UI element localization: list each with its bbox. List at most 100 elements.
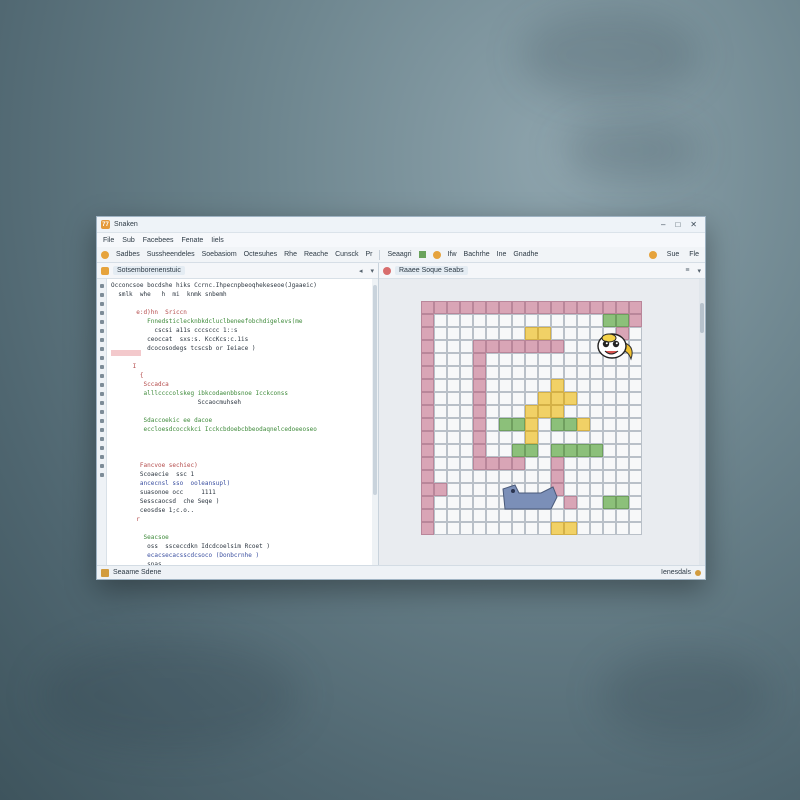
code-line[interactable]: ancecnsl sso ooleansupl) bbox=[111, 479, 370, 488]
grid-cell bbox=[447, 379, 460, 392]
gutter-marker-icon[interactable] bbox=[99, 428, 104, 432]
code-line[interactable]: dcocosodegs tcscsb or Ieiace ) bbox=[111, 344, 370, 353]
gutter-marker-icon[interactable] bbox=[99, 311, 104, 315]
preview-dropdown-icon[interactable]: ▾ bbox=[697, 267, 701, 275]
code-line[interactable]: oss ssceccdkn Idcdcoelsim Rcoet ) bbox=[111, 542, 370, 551]
preview-scrollbar-thumb[interactable] bbox=[700, 303, 704, 333]
code-line[interactable] bbox=[111, 443, 370, 452]
close-icon[interactable]: ✕ bbox=[690, 220, 697, 229]
code-line[interactable]: ceoccat sxs:s. KccKcs:c.1is bbox=[111, 335, 370, 344]
toolbar-item-13[interactable]: Gnadhe bbox=[513, 251, 538, 258]
code-line[interactable] bbox=[111, 452, 370, 461]
code-line[interactable]: Fnnedsticlecknbkdcluclbeneefobchdigelevs… bbox=[111, 317, 370, 326]
editor-scrollbar[interactable] bbox=[372, 279, 378, 565]
gutter-marker-icon[interactable] bbox=[99, 446, 104, 450]
preview-tab-label[interactable]: Raaee Soque Seabs bbox=[395, 266, 468, 275]
settings-icon[interactable] bbox=[648, 250, 657, 259]
toolbar-right-1[interactable]: Sue bbox=[667, 251, 679, 259]
gutter-marker-icon[interactable] bbox=[99, 437, 104, 441]
code-line[interactable] bbox=[111, 407, 370, 416]
code-line[interactable]: I bbox=[111, 362, 370, 371]
preview-scrollbar[interactable] bbox=[699, 279, 705, 565]
gutter-marker-icon[interactable] bbox=[99, 464, 104, 468]
gutter-marker-icon[interactable] bbox=[99, 320, 104, 324]
menu-item-sub[interactable]: Sub bbox=[122, 237, 134, 244]
code-line[interactable]: Sccaocmuhseh bbox=[111, 398, 370, 407]
gutter-marker-icon[interactable] bbox=[99, 473, 104, 477]
editor-tab-label[interactable]: Sotsemborenenstuic bbox=[113, 266, 185, 275]
grid-cell bbox=[577, 366, 590, 379]
preview-menu-icon[interactable]: ≡ bbox=[685, 267, 689, 275]
code-line[interactable]: Sccadca bbox=[111, 380, 370, 389]
code-line[interactable]: cscsi a11s cccsccc 1::s bbox=[111, 326, 370, 335]
minimize-icon[interactable]: – bbox=[661, 220, 665, 229]
maximize-icon[interactable]: □ bbox=[675, 220, 680, 229]
toolbar-item-3[interactable]: Soebasiom bbox=[202, 251, 237, 258]
gutter-marker-icon[interactable] bbox=[99, 419, 104, 423]
gutter-marker-icon[interactable] bbox=[99, 293, 104, 297]
toolbar-item-10[interactable]: Ifw bbox=[448, 251, 457, 258]
toolbar-item-1[interactable]: Sadbes bbox=[116, 251, 140, 258]
editor-scrollbar-thumb[interactable] bbox=[373, 285, 377, 495]
gutter-marker-icon[interactable] bbox=[99, 374, 104, 378]
gutter-marker-icon[interactable] bbox=[99, 338, 104, 342]
build-icon[interactable] bbox=[418, 251, 426, 258]
game-preview-pane[interactable]: Raaee Soque Seabs ≡ ▾ bbox=[379, 263, 705, 565]
debug-icon[interactable] bbox=[432, 250, 441, 259]
code-line[interactable]: eccloesdcocckkci Icckcbdoebcbbeodaqnelce… bbox=[111, 425, 370, 434]
toolbar-right-2[interactable]: Fle bbox=[689, 251, 699, 259]
toolbar-item-5[interactable]: Rhe bbox=[284, 251, 297, 258]
code-line[interactable]: suasonoe occ 1111 bbox=[111, 488, 370, 497]
toolbar-item-6[interactable]: Reache bbox=[304, 251, 328, 258]
grid-cell bbox=[473, 470, 486, 483]
tab-menu-icon[interactable]: ▾ bbox=[370, 267, 374, 275]
code-line[interactable]: smlk whe h mi knmk snbemh bbox=[111, 290, 370, 299]
code-line[interactable]: r bbox=[111, 515, 370, 524]
code-line[interactable] bbox=[111, 353, 370, 362]
code-line[interactable]: Occoncsoe bocdshe hiks Ccrnc.Ihpecnpbeoq… bbox=[111, 281, 370, 290]
code-line[interactable]: ceosdse 1;c.o.. bbox=[111, 506, 370, 515]
gutter-marker-icon[interactable] bbox=[99, 284, 104, 288]
code-line[interactable]: Sdaccoekic ee dacoe bbox=[111, 416, 370, 425]
code-line[interactable]: e:d)hn Sriccn bbox=[111, 308, 370, 317]
gutter-marker-icon[interactable] bbox=[99, 383, 104, 387]
grid-cell bbox=[460, 327, 473, 340]
gutter-marker-icon[interactable] bbox=[99, 365, 104, 369]
code-area[interactable]: Occoncsoe bocdshe hiks Ccrnc.Ihpecnpbeoq… bbox=[111, 281, 370, 565]
toolbar-item-4[interactable]: Octesuhes bbox=[244, 251, 277, 258]
gutter-marker-icon[interactable] bbox=[99, 455, 104, 459]
grid-cell bbox=[460, 457, 473, 470]
gutter-marker-icon[interactable] bbox=[99, 329, 104, 333]
preview-tab[interactable]: Raaee Soque Seabs ≡ ▾ bbox=[379, 263, 705, 279]
gutter-marker-icon[interactable] bbox=[99, 401, 104, 405]
code-editor-pane[interactable]: Sotsemborenenstuic ◂ ▾ Occoncsoe bocdshe… bbox=[97, 263, 379, 565]
menu-item-iiels[interactable]: Iiels bbox=[211, 237, 223, 244]
code-line[interactable] bbox=[111, 299, 370, 308]
code-line[interactable]: Fancvoe sechiec) bbox=[111, 461, 370, 470]
gutter-marker-icon[interactable] bbox=[99, 392, 104, 396]
code-line[interactable]: alllccccolskeg ibkcodaenbbsnoe Icckconss bbox=[111, 389, 370, 398]
toolbar-item-9[interactable]: Seaagri bbox=[387, 251, 411, 258]
menu-item-file[interactable]: File bbox=[103, 237, 114, 244]
menu-item-fenate[interactable]: Fenate bbox=[182, 237, 204, 244]
gutter-marker-icon[interactable] bbox=[99, 410, 104, 414]
toolbar-item-11[interactable]: Bachrhe bbox=[464, 251, 490, 258]
toolbar-item-2[interactable]: Sussheendeles bbox=[147, 251, 195, 258]
gutter-marker-icon[interactable] bbox=[99, 356, 104, 360]
tab-prev-icon[interactable]: ◂ bbox=[359, 267, 363, 275]
toolbar-item-7[interactable]: Cunsck bbox=[335, 251, 358, 258]
gutter-marker-icon[interactable] bbox=[99, 347, 104, 351]
menu-item-facebees[interactable]: Facebees bbox=[143, 237, 174, 244]
code-line[interactable]: Seacsoe bbox=[111, 533, 370, 542]
toolbar-item-12[interactable]: Ine bbox=[497, 251, 507, 258]
code-line[interactable] bbox=[111, 524, 370, 533]
gutter-marker-icon[interactable] bbox=[99, 302, 104, 306]
run-icon[interactable] bbox=[101, 250, 109, 259]
code-line[interactable] bbox=[111, 434, 370, 443]
code-line[interactable]: Sesscaocsd che Seqe ) bbox=[111, 497, 370, 506]
code-line[interactable]: { bbox=[111, 371, 370, 380]
toolbar-item-8[interactable]: Pr bbox=[365, 251, 372, 258]
editor-tab[interactable]: Sotsemborenenstuic ◂ ▾ bbox=[97, 263, 378, 279]
code-line[interactable]: ecacsecacsscdcsoco (Donbcrnhe ) bbox=[111, 551, 370, 560]
code-line[interactable]: Scoaecie ssc 1 bbox=[111, 470, 370, 479]
